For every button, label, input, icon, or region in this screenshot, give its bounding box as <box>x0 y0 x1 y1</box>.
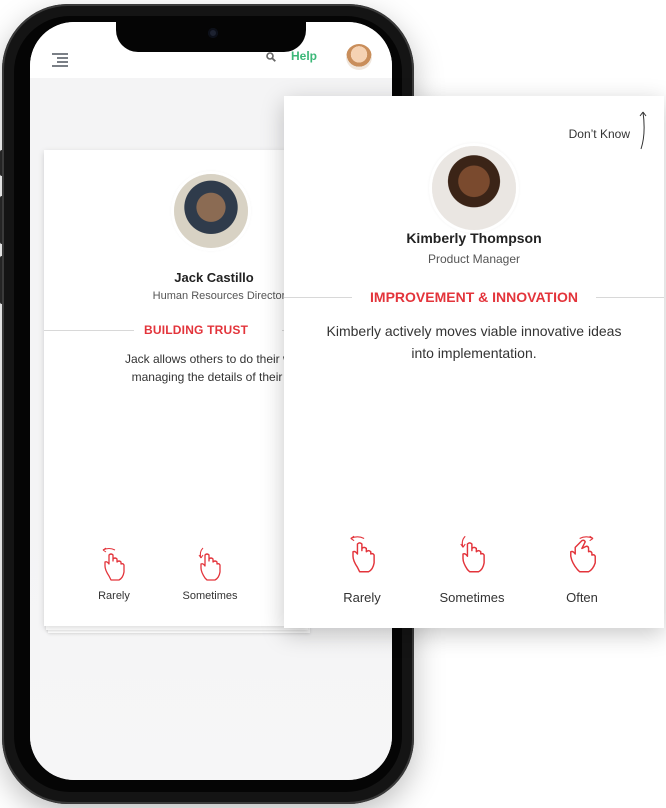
phone-notch <box>116 22 306 52</box>
hand-swipe-left-icon <box>102 547 125 581</box>
hand-swipe-left-icon <box>350 535 375 573</box>
menu-icon[interactable] <box>52 53 68 67</box>
option-label: Rarely <box>343 590 381 605</box>
avatar <box>432 146 516 230</box>
divider <box>596 297 664 298</box>
option-label: Often <box>566 590 598 605</box>
person-title: Human Resources Director <box>152 290 286 302</box>
swipe-up-arrow-icon <box>639 111 647 150</box>
divider <box>44 330 134 331</box>
person-name: Jack Castillo <box>174 270 254 285</box>
hand-swipe-down-icon <box>198 547 221 581</box>
option-label: Rarely <box>98 590 130 602</box>
hand-swipe-down-icon <box>460 535 485 573</box>
person-name: Kimberly Thompson <box>406 230 542 246</box>
camera <box>208 28 218 38</box>
hand-swipe-right-icon <box>570 535 596 573</box>
help-link[interactable]: Help <box>291 49 317 63</box>
search-icon[interactable] <box>266 52 276 62</box>
user-avatar[interactable] <box>346 44 372 70</box>
option-label: Sometimes <box>182 590 238 602</box>
survey-card-front[interactable]: Don’t Know Kimberly Thompson Product Man… <box>284 96 664 628</box>
category-label: BUILDING TRUST <box>144 323 249 337</box>
dont-know-button[interactable]: Don’t Know <box>569 127 630 141</box>
survey-card-back[interactable]: Jack Castillo Human Resources Director B… <box>44 150 306 626</box>
statement-text: Kimberly actively moves viable innovativ… <box>326 323 622 361</box>
statement-text: Jack allows others to do their without m… <box>124 352 306 384</box>
person-title: Product Manager <box>427 252 521 266</box>
avatar <box>174 174 248 248</box>
option-label: Sometimes <box>439 590 505 605</box>
